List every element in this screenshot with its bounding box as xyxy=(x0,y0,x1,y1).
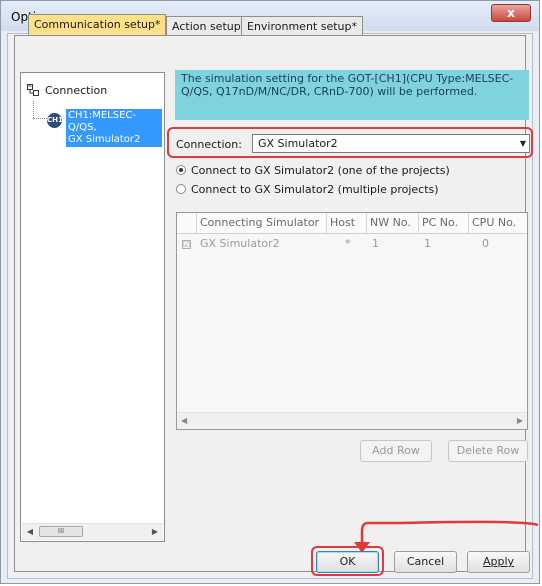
grid-horizontal-scrollbar[interactable]: ◀ ▶ xyxy=(177,412,527,429)
connection-select-value: GX Simulator2 xyxy=(258,137,338,150)
tree-connector-horizontal xyxy=(33,118,47,119)
scroll-thumb[interactable]: III xyxy=(39,526,83,537)
tree-horizontal-scrollbar[interactable]: ◀ III ▶ xyxy=(22,523,163,540)
chevron-down-icon: ▼ xyxy=(519,139,526,148)
simulator-grid: Connecting Simulator Host NW No. PC No. … xyxy=(176,212,528,430)
grid-scroll-left-icon[interactable]: ◀ xyxy=(181,413,187,429)
grid-header: Connecting Simulator Host NW No. PC No. … xyxy=(177,213,527,234)
radio-multiple-projects-label: Connect to GX Simulator2 (multiple proje… xyxy=(191,183,439,196)
grid-header-pc: PC No. xyxy=(419,213,469,233)
cell-simulator: GX Simulator2 xyxy=(200,237,280,250)
cell-host: * xyxy=(345,237,351,250)
tab-communication-setup[interactable]: Communication setup* xyxy=(28,14,167,36)
add-row-button[interactable]: Add Row xyxy=(360,440,432,462)
radio-one-project-label: Connect to GX Simulator2 (one of the pro… xyxy=(191,164,450,177)
cell-cpu: 0 xyxy=(482,237,489,250)
tree-item-label-line2: GX Simulator2 xyxy=(68,134,141,145)
tree-item-label: CH1:MELSEC-Q/QS, GX Simulator2 xyxy=(66,109,162,147)
apply-button-label: Apply xyxy=(482,555,515,568)
tree-root-connection[interactable]: Connection xyxy=(27,83,107,99)
radio-one-project[interactable]: Connect to GX Simulator2 (one of the pro… xyxy=(176,163,450,179)
ch1-icon: CH1 xyxy=(47,113,63,128)
tab-action-setup[interactable]: Action setup xyxy=(166,16,247,36)
grid-header-nw: NW No. xyxy=(367,213,419,233)
scroll-left-arrow-icon[interactable]: ◀ xyxy=(22,524,38,540)
delete-row-button[interactable]: Delete Row xyxy=(448,440,528,462)
info-banner: The simulation setting for the GOT-[CH1]… xyxy=(175,70,529,120)
tree-connector-vertical xyxy=(33,101,34,118)
cancel-button[interactable]: Cancel xyxy=(394,551,457,573)
row-checkbox[interactable]: ☑ xyxy=(182,240,191,249)
cell-nw: 1 xyxy=(372,237,379,250)
connection-label: Connection: xyxy=(176,138,242,151)
ok-button[interactable]: OK xyxy=(316,551,379,573)
connection-select[interactable]: GX Simulator2 ▼ xyxy=(252,134,530,153)
grid-header-cpu: CPU No. xyxy=(472,216,517,229)
radio-unselected-icon xyxy=(176,184,186,194)
tree-item-ch1[interactable]: CH1 CH1:MELSEC-Q/QS, GX Simulator2 xyxy=(47,109,162,147)
tab-environment-setup[interactable]: Environment setup* xyxy=(241,16,363,36)
cell-pc: 1 xyxy=(424,237,431,250)
grid-header-host: Host xyxy=(327,213,367,233)
radio-multiple-projects[interactable]: Connect to GX Simulator2 (multiple proje… xyxy=(176,182,439,198)
tree-item-label-line1: CH1:MELSEC-Q/QS, xyxy=(68,110,137,133)
grid-scroll-right-icon[interactable]: ▶ xyxy=(517,413,523,429)
grid-header-simulator: Connecting Simulator xyxy=(197,213,327,233)
connection-icon xyxy=(27,84,39,96)
radio-selected-icon xyxy=(176,165,186,175)
apply-button[interactable]: Apply xyxy=(467,551,530,573)
scroll-right-arrow-icon[interactable]: ▶ xyxy=(147,524,163,540)
close-button[interactable]: x xyxy=(491,4,531,22)
table-row[interactable]: ☑ GX Simulator2 * 1 1 0 xyxy=(177,235,527,253)
grid-header-check xyxy=(177,213,197,233)
connection-tree: Connection CH1 CH1:MELSEC-Q/QS, GX Simul… xyxy=(20,72,165,542)
tree-root-label: Connection xyxy=(45,84,108,97)
